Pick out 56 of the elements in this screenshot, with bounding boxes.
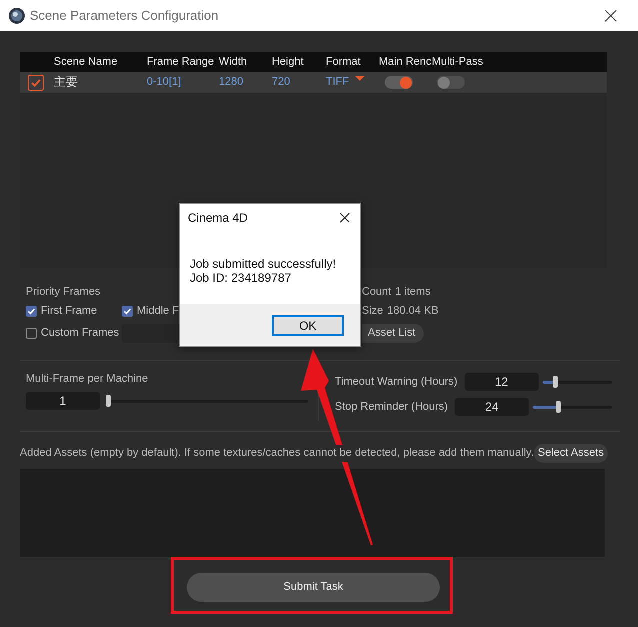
column-header[interactable]: Multi-Pass	[432, 56, 484, 68]
info-value: 1 items	[395, 285, 431, 300]
slider-thumb[interactable]	[106, 395, 111, 407]
column-header[interactable]: Format	[326, 56, 361, 68]
table-cell-text: TIFF	[326, 75, 350, 90]
checkmark-icon	[30, 76, 42, 88]
checkmark-icon	[123, 306, 132, 316]
assets-note: Added Assets (empty by default). If some textures/caches cannot be detected, please add them manually.	[20, 445, 534, 462]
table-cell: 1280	[219, 76, 244, 88]
slider-track[interactable]	[542, 376, 612, 388]
toggle-switch[interactable]	[437, 76, 465, 89]
select-assets-button[interactable]: Select Assets	[534, 444, 608, 463]
dialog-message: Job submitted successfully!	[190, 257, 336, 271]
dialog-message: Job ID: 234189787	[190, 271, 292, 285]
column-header[interactable]: Frame Range	[147, 56, 214, 68]
field-label: Stop Reminder (Hours)	[335, 400, 448, 415]
checkbox[interactable]	[26, 328, 37, 339]
slider-thumb[interactable]	[552, 376, 558, 388]
checkbox[interactable]	[28, 74, 44, 90]
column-header[interactable]: Scene Name	[54, 56, 118, 68]
slider-track[interactable]	[106, 395, 308, 407]
info-value: 180.04 KB	[387, 304, 439, 319]
info-label: Size	[362, 304, 384, 319]
slider-track[interactable]	[533, 401, 612, 413]
number-field[interactable]: 1	[26, 392, 100, 410]
checkbox[interactable]	[122, 306, 133, 316]
table-cell: 主要	[54, 75, 78, 90]
close-icon	[605, 10, 617, 22]
section-title: Priority Frames	[26, 286, 101, 299]
ok-button[interactable]: OK	[272, 314, 344, 336]
checkbox[interactable]	[26, 306, 37, 316]
submit-button[interactable]: Submit Task	[187, 573, 440, 602]
table-cell: 0-10[1]	[147, 76, 182, 88]
number-field[interactable]: 12	[464, 373, 539, 391]
slider-thumb[interactable]	[556, 401, 561, 413]
column-header[interactable]: Main Renc	[379, 56, 432, 68]
column-header[interactable]: Height	[272, 56, 304, 68]
checkmark-icon	[27, 306, 36, 316]
asset-list-button[interactable]: Asset List	[362, 324, 424, 343]
number-field[interactable]: 24	[455, 398, 530, 416]
column-header[interactable]: Width	[219, 56, 248, 68]
dialog-title: Cinema 4D	[188, 210, 248, 227]
sphere-logo-icon	[9, 8, 25, 24]
toggle-switch[interactable]	[385, 76, 413, 89]
custom-frames-field[interactable]	[122, 324, 179, 343]
info-label: Count	[362, 285, 392, 300]
field-label: Timeout Warning (Hours)	[335, 374, 458, 390]
window-title: Scene Parameters Configuration	[30, 6, 219, 25]
checkbox-label[interactable]: Middle F	[137, 302, 180, 320]
checkbox-label[interactable]: Custom Frames	[41, 325, 120, 342]
close-icon	[340, 213, 350, 223]
dropdown-triangle-icon[interactable]	[355, 76, 366, 81]
table-cell: 720	[272, 76, 290, 88]
field-label: Multi-Frame per Machine	[26, 373, 148, 386]
checkbox-label[interactable]: First Frame	[41, 302, 98, 320]
table-row[interactable]: 主要 0-10[1] 1280 720 TIFF	[20, 72, 607, 93]
